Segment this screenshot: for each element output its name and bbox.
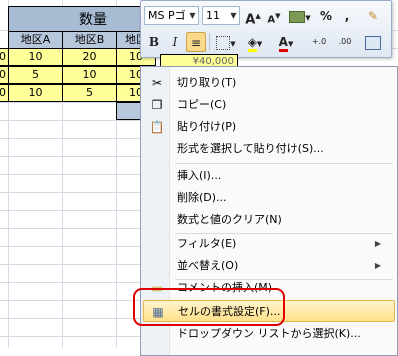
- grow-font-button[interactable]: A▲: [243, 6, 263, 28]
- menu-item-copy[interactable]: ❐ コピー(C): [143, 94, 395, 116]
- font-size-combo[interactable]: 11 ▼: [202, 6, 240, 25]
- menu-item-label: 挿入(I)...: [177, 169, 222, 182]
- cell[interactable]: 20: [62, 48, 117, 66]
- cell[interactable]: 10: [62, 66, 117, 84]
- border-icon: [216, 35, 231, 50]
- currency-format-icon: [289, 10, 306, 23]
- font-name-combo[interactable]: MS Pゴ ▼: [144, 6, 199, 25]
- header-region-a[interactable]: 地区A: [8, 31, 63, 49]
- decrease-decimal-icon: .00: [338, 37, 352, 46]
- comma-style-button[interactable]: ,: [337, 6, 357, 26]
- italic-icon: I: [172, 35, 178, 49]
- chevron-down-icon: ▼: [189, 11, 196, 20]
- font-size-value: 11: [206, 9, 220, 22]
- shrink-font-icon: A: [267, 14, 276, 26]
- cell[interactable]: 10: [8, 84, 63, 102]
- menu-item-pick-from-list[interactable]: ドロップダウン リストから選択(K)...: [143, 323, 395, 345]
- cell[interactable]: 5: [62, 84, 117, 102]
- copy-icon: ❐: [151, 98, 163, 112]
- merge-center-button[interactable]: [363, 32, 383, 52]
- comma-icon: ,: [344, 9, 350, 23]
- increase-decimal-icon: +.0: [311, 37, 327, 46]
- menu-item-paste[interactable]: 📋 貼り付け(P): [143, 116, 395, 138]
- accounting-format-button[interactable]: ▼: [287, 6, 313, 26]
- paintbrush-icon: ✎: [367, 9, 379, 23]
- bold-button[interactable]: B: [144, 32, 164, 52]
- merge-cells-icon: [365, 35, 381, 50]
- menu-item-label: コピー(C): [177, 98, 227, 111]
- italic-button[interactable]: I: [165, 32, 185, 52]
- percent-style-button[interactable]: %: [316, 6, 336, 26]
- font-name-value: MS Pゴ: [148, 9, 186, 22]
- fill-color-button[interactable]: ◈▼: [242, 32, 268, 52]
- font-color-icon: A: [278, 36, 288, 52]
- menu-item-label: 並べ替え(O): [177, 259, 239, 272]
- decrease-decimal-button[interactable]: .00: [333, 32, 357, 52]
- menu-item-label: 形式を選択して貼り付け(S)...: [177, 142, 324, 155]
- menu-item-label: 切り取り(T): [177, 76, 237, 89]
- menu-item-cut[interactable]: ✂ 切り取り(T): [143, 72, 395, 94]
- bold-icon: B: [148, 35, 160, 49]
- grow-font-icon: A: [245, 12, 256, 28]
- submenu-arrow-icon: ▶: [374, 239, 381, 248]
- annotation-highlight-box: [133, 288, 285, 326]
- menu-item-sort[interactable]: 並べ替え(O) ▶: [143, 255, 395, 277]
- align-center-icon: ≡: [190, 36, 202, 50]
- shrink-font-button[interactable]: A▼: [264, 6, 284, 26]
- center-align-button[interactable]: ≡: [186, 32, 206, 52]
- menu-item-label: フィルタ(E): [177, 237, 237, 250]
- cell[interactable]: 10: [8, 48, 63, 66]
- menu-item-filter[interactable]: フィルタ(E) ▶: [143, 233, 395, 255]
- menu-item-label: 削除(D)...: [177, 191, 227, 204]
- mini-toolbar: MS Pゴ ▼ 11 ▼ A▲ A▼ ▼ % , ✎ B I ≡ ▼ ◈▼ A▼…: [140, 0, 392, 58]
- menu-item-insert[interactable]: 挿入(I)...: [143, 165, 395, 187]
- scissors-icon: ✂: [151, 76, 163, 90]
- menu-item-paste-special[interactable]: 形式を選択して貼り付け(S)...: [143, 138, 395, 160]
- percent-icon: %: [319, 9, 333, 23]
- chevron-down-icon: ▼: [230, 11, 237, 20]
- header-region-b[interactable]: 地区B: [62, 31, 117, 49]
- fill-bucket-icon: ◈: [247, 36, 257, 52]
- borders-button[interactable]: ▼: [213, 32, 239, 52]
- increase-decimal-button[interactable]: +.0: [307, 32, 331, 52]
- cell[interactable]: 5: [8, 66, 63, 84]
- font-color-button[interactable]: A▼: [273, 32, 299, 52]
- menu-item-clear-contents[interactable]: 数式と値のクリア(N): [143, 209, 395, 231]
- format-painter-button[interactable]: ✎: [363, 6, 383, 26]
- paste-icon: 📋: [149, 120, 165, 134]
- submenu-arrow-icon: ▶: [374, 261, 381, 270]
- menu-separator: [175, 163, 393, 164]
- menu-item-label: ドロップダウン リストから選択(K)...: [177, 327, 361, 340]
- menu-item-label: 貼り付け(P): [177, 120, 237, 133]
- menu-item-delete[interactable]: 削除(D)...: [143, 187, 395, 209]
- menu-item-label: 数式と値のクリア(N): [177, 213, 282, 226]
